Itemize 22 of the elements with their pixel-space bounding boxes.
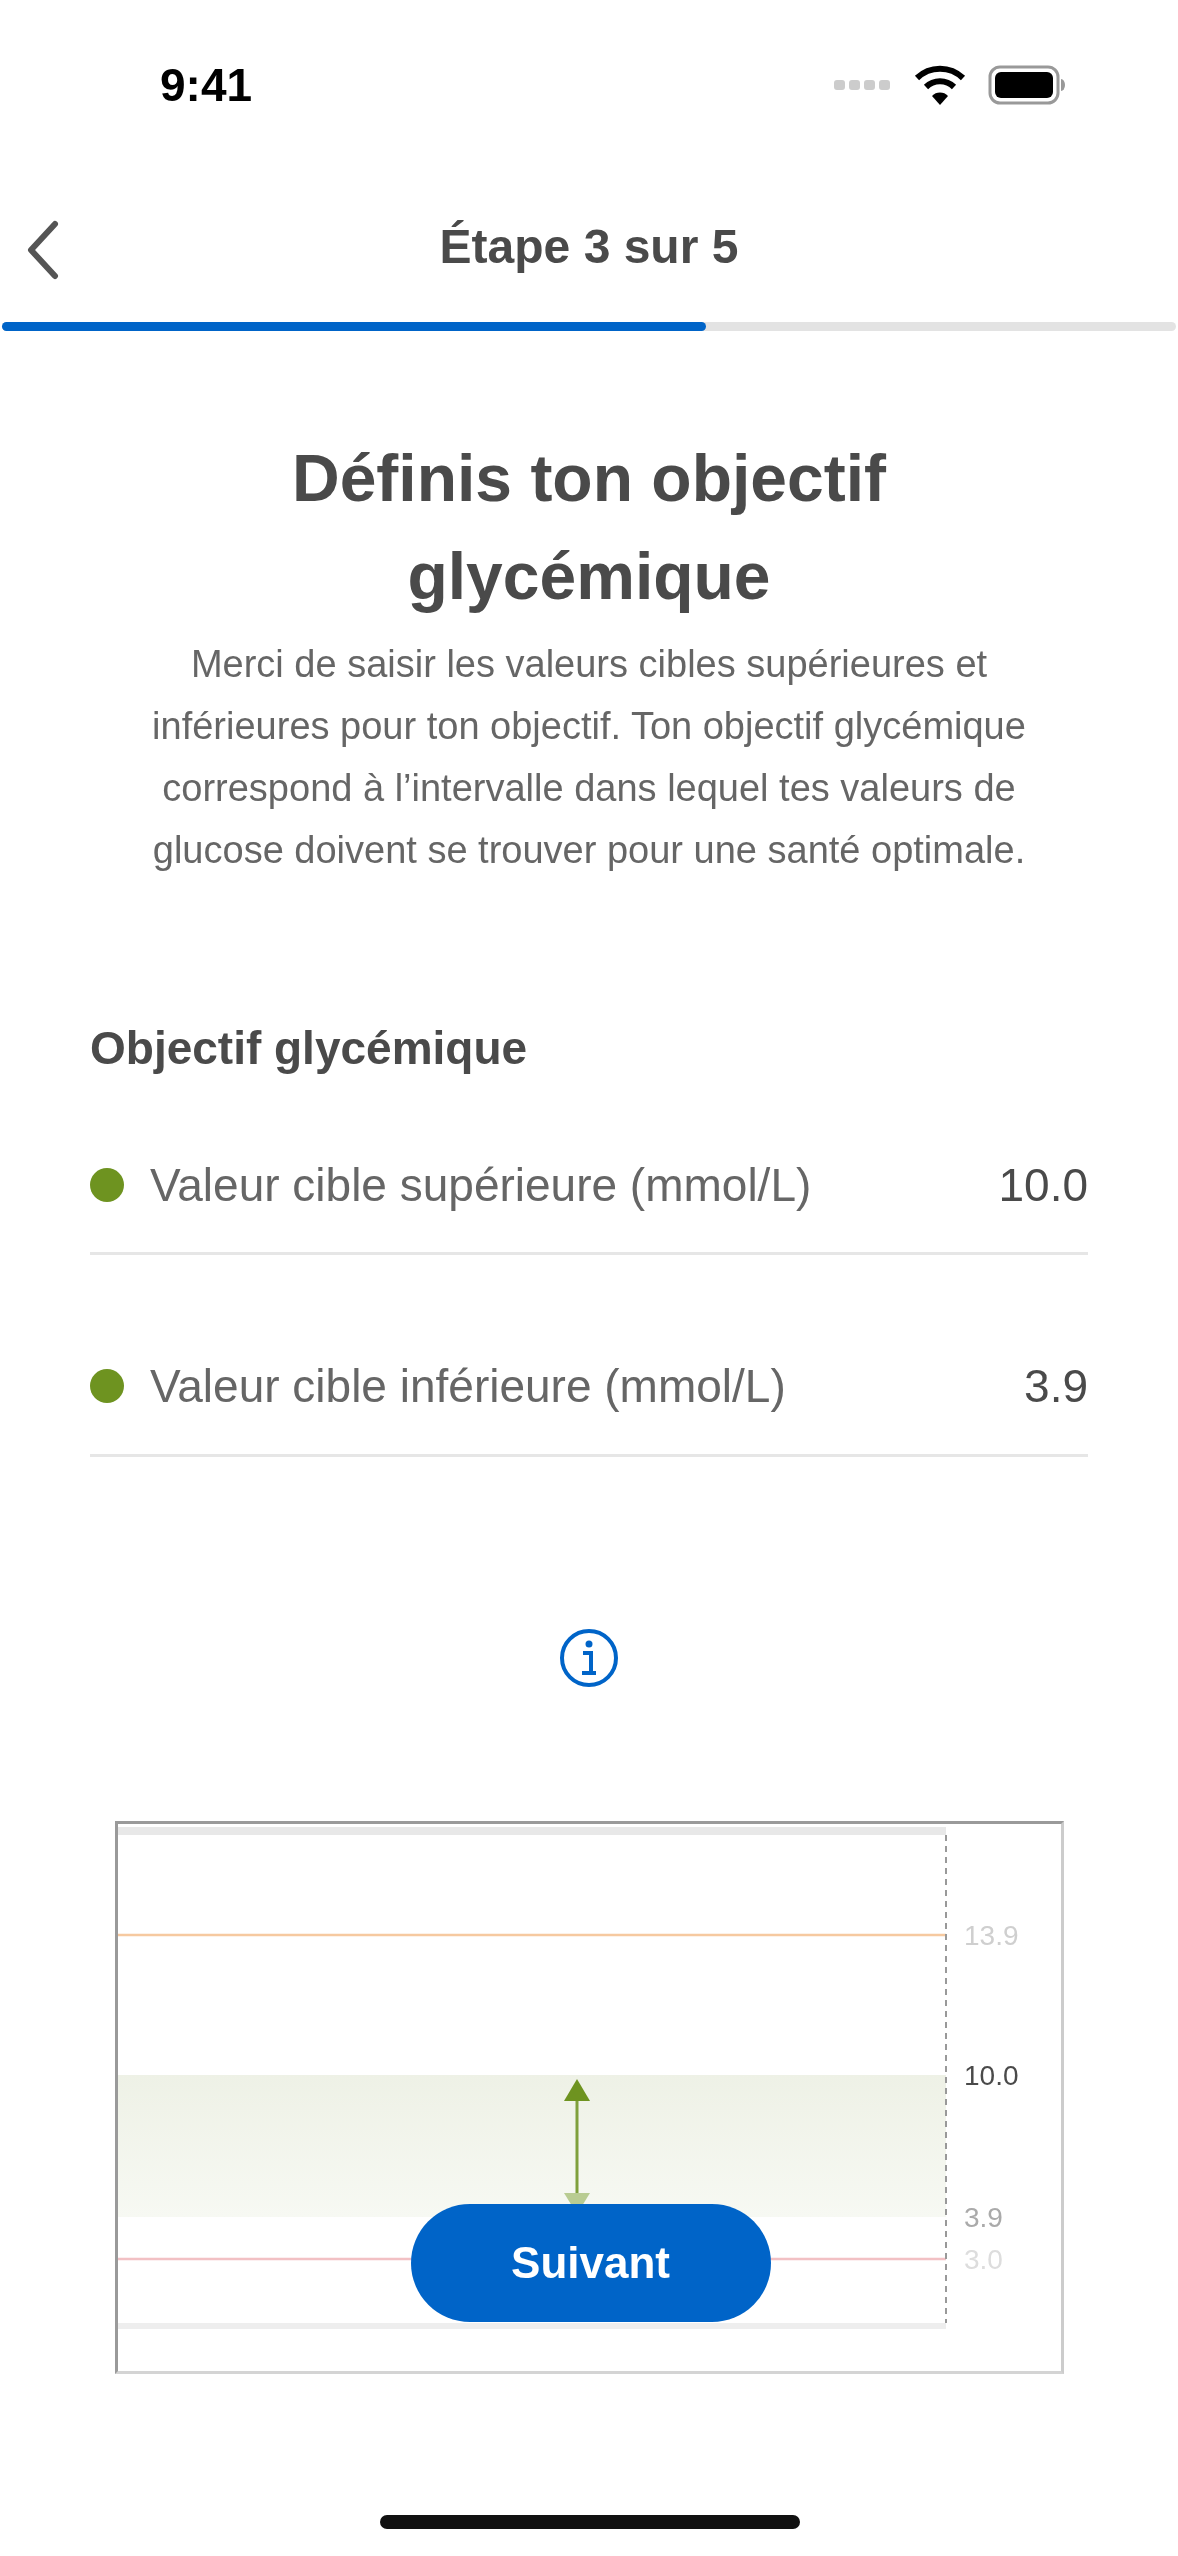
- target-label: Valeur cible supérieure (mmol/L): [150, 1157, 813, 1212]
- back-icon: [25, 219, 61, 280]
- step-title: Étape 3 sur 5: [439, 218, 739, 274]
- info-button[interactable]: [558, 1627, 620, 1689]
- intro-text: Merci de saisir les valeurs cibles supérieures et inférieures pour ton objectif. Ton objectif glycémique correspond à l’intervalle dans lequel tes valeurs de glucose doivent se trouver pour une santé optimale.: [151, 642, 1027, 873]
- battery-icon: [988, 65, 1066, 105]
- signal-icon: [834, 78, 892, 92]
- page-title: Définis ton objectif glycémique: [291, 440, 887, 615]
- status-dot-icon: [90, 1167, 124, 1202]
- target-row[interactable]: Valeur cible inférieure (mmol/L) 3.9: [90, 1255, 1088, 1457]
- target-value: 3.9: [1024, 1358, 1088, 1413]
- section-heading: Objectif glycémique: [90, 1021, 529, 1075]
- target-row[interactable]: Valeur cible supérieure (mmol/L) 10.0: [90, 1125, 1088, 1255]
- target-value: 10.0: [998, 1157, 1088, 1212]
- info-icon: [558, 1627, 620, 1689]
- status-time: 9:41: [160, 58, 253, 112]
- next-button[interactable]: Suivant: [410, 2204, 771, 2322]
- axis-label: 3.9: [963, 2202, 1003, 2233]
- target-label: Valeur cible inférieure (mmol/L): [150, 1358, 787, 1413]
- status-dot-icon: [90, 1368, 124, 1403]
- axis-label: 10.0: [963, 2060, 1018, 2091]
- wifi-icon: [914, 65, 966, 105]
